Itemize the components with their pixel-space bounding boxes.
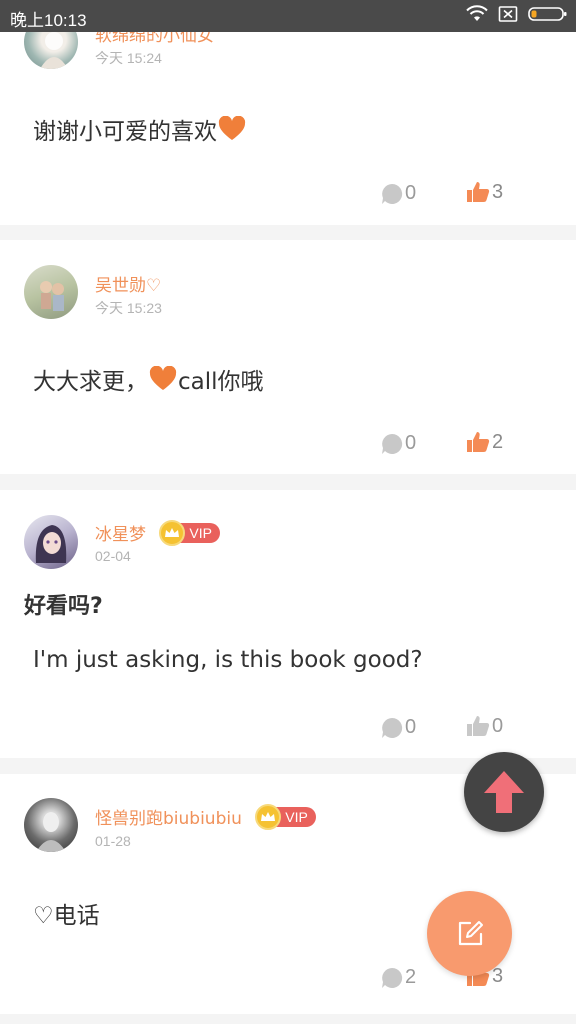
comment-bubble-icon	[382, 717, 403, 738]
post-body: I'm just asking, is this book good?	[33, 647, 423, 673]
like-count[interactable]: 3	[466, 180, 503, 204]
avatar[interactable]	[24, 515, 78, 569]
heart-icon	[149, 366, 177, 390]
avatar[interactable]	[24, 265, 78, 319]
comment-count[interactable]: 0	[381, 432, 416, 455]
username[interactable]: 吴世勋♡	[95, 271, 161, 296]
back-to-top-button[interactable]	[464, 752, 544, 832]
thumbs-up-icon	[467, 182, 490, 202]
post-date: 01-28	[95, 833, 131, 849]
like-count[interactable]: 2	[466, 430, 503, 454]
vip-badge: VIP	[159, 520, 220, 546]
comment-post: 吴世勋♡ 今天 15:23 大大求更， call你哦 0 2	[0, 240, 576, 474]
write-comment-button[interactable]	[427, 891, 512, 976]
post-body: 谢谢小可爱的喜欢	[33, 112, 247, 146]
comment-count[interactable]: 0	[381, 182, 416, 205]
sim-off-icon	[498, 6, 518, 22]
status-bar: 晚上10:13	[0, 0, 576, 32]
comment-bubble-icon	[382, 183, 403, 204]
comment-bubble-icon	[382, 967, 403, 988]
comment-count[interactable]: 2	[381, 966, 416, 989]
post-date: 02-04	[95, 548, 131, 564]
post-date: 今天 15:23	[95, 300, 162, 316]
heart-icon	[218, 116, 246, 140]
vip-badge: VIP	[255, 804, 316, 830]
arrow-up-icon	[484, 771, 524, 813]
post-date: 今天 15:24	[95, 50, 162, 66]
status-time: 晚上10:13	[10, 11, 87, 30]
thumbs-up-icon	[467, 432, 490, 452]
avatar[interactable]	[24, 798, 78, 852]
comment-post: 冰星梦 VIP 02-04 好看吗? I'm just asking, is t…	[0, 490, 576, 758]
comment-post: 软绵绵的小仙女 今天 15:24 谢谢小可爱的喜欢 0 3	[0, 0, 576, 225]
comment-count[interactable]: 0	[381, 716, 416, 739]
like-count[interactable]: 0	[466, 714, 503, 738]
wifi-icon	[466, 5, 488, 21]
post-title: 好看吗?	[24, 594, 103, 619]
username[interactable]: 冰星梦 VIP	[95, 520, 220, 548]
post-body: ♡电话	[33, 903, 100, 929]
edit-icon	[458, 920, 483, 945]
post-body: 大大求更， call你哦	[33, 362, 264, 396]
comment-bubble-icon	[382, 433, 403, 454]
thumbs-up-icon	[467, 716, 490, 736]
username[interactable]: 怪兽别跑biubiubiu VIP	[95, 804, 316, 832]
battery-icon	[528, 7, 567, 21]
